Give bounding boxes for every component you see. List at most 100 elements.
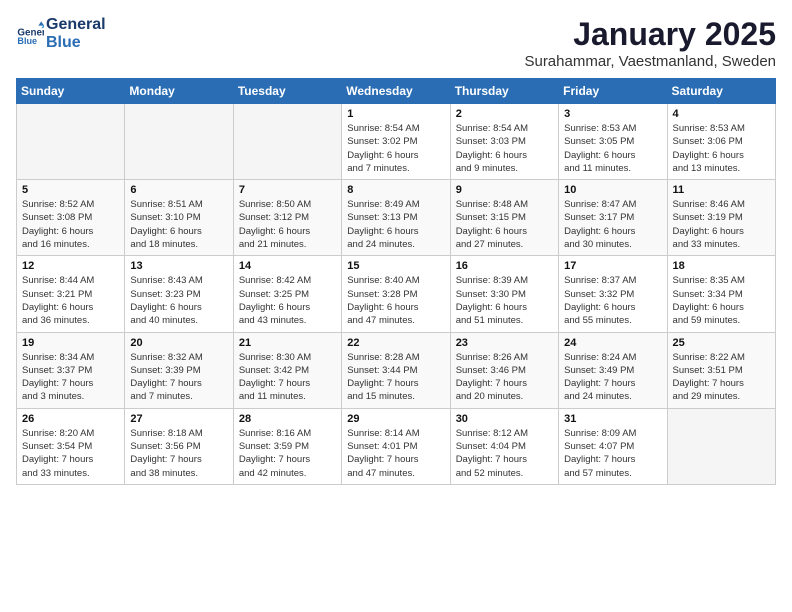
day-number: 25: [673, 337, 770, 349]
weekday-header-saturday: Saturday: [667, 79, 775, 104]
calendar-cell: 20 Sunrise: 8:32 AM Sunset: 3:39 PM Dayli…: [125, 332, 233, 408]
svg-text:Blue: Blue: [17, 35, 37, 45]
calendar-cell: 18 Sunrise: 8:35 AM Sunset: 3:34 PM Dayli…: [667, 256, 775, 332]
day-number: 30: [456, 413, 553, 425]
day-number: 2: [456, 108, 553, 120]
calendar-cell: 29 Sunrise: 8:14 AM Sunset: 4:01 PM Dayli…: [342, 408, 450, 484]
calendar-body: 1 Sunrise: 8:54 AM Sunset: 3:02 PM Daylig…: [17, 104, 776, 485]
day-info: Sunrise: 8:28 AM Sunset: 3:44 PM Dayligh…: [347, 351, 444, 404]
day-number: 24: [564, 337, 661, 349]
calendar-cell: 16 Sunrise: 8:39 AM Sunset: 3:30 PM Dayli…: [450, 256, 558, 332]
day-number: 16: [456, 260, 553, 272]
calendar-cell: 6 Sunrise: 8:51 AM Sunset: 3:10 PM Daylig…: [125, 180, 233, 256]
day-number: 19: [22, 337, 119, 349]
day-number: 28: [239, 413, 336, 425]
day-info: Sunrise: 8:39 AM Sunset: 3:30 PM Dayligh…: [456, 274, 553, 327]
day-info: Sunrise: 8:26 AM Sunset: 3:46 PM Dayligh…: [456, 351, 553, 404]
day-number: 14: [239, 260, 336, 272]
day-info: Sunrise: 8:44 AM Sunset: 3:21 PM Dayligh…: [22, 274, 119, 327]
calendar-cell: 15Sunrise: 8:40 AM Sunset: 3:28 PM Dayli…: [342, 256, 450, 332]
calendar-cell: [17, 104, 125, 180]
logo: General Blue General Blue: [16, 16, 106, 51]
calendar-cell: 11 Sunrise: 8:46 AM Sunset: 3:19 PM Dayli…: [667, 180, 775, 256]
calendar-cell: 10Sunrise: 8:47 AM Sunset: 3:17 PM Dayli…: [559, 180, 667, 256]
day-number: 5: [22, 184, 119, 196]
day-info: Sunrise: 8:50 AM Sunset: 3:12 PM Dayligh…: [239, 198, 336, 251]
day-number: 7: [239, 184, 336, 196]
calendar-cell: 27 Sunrise: 8:18 AM Sunset: 3:56 PM Dayli…: [125, 408, 233, 484]
day-info: Sunrise: 8:37 AM Sunset: 3:32 PM Dayligh…: [564, 274, 661, 327]
day-info: Sunrise: 8:14 AM Sunset: 4:01 PM Dayligh…: [347, 427, 444, 480]
calendar-cell: 21Sunrise: 8:30 AM Sunset: 3:42 PM Dayli…: [233, 332, 341, 408]
weekday-header-thursday: Thursday: [450, 79, 558, 104]
calendar-cell: 9Sunrise: 8:48 AM Sunset: 3:15 PM Daylig…: [450, 180, 558, 256]
day-number: 23: [456, 337, 553, 349]
day-info: Sunrise: 8:53 AM Sunset: 3:05 PM Dayligh…: [564, 122, 661, 175]
logo-text-general: General: [46, 16, 106, 34]
calendar-cell: 22 Sunrise: 8:28 AM Sunset: 3:44 PM Dayli…: [342, 332, 450, 408]
day-number: 6: [130, 184, 227, 196]
day-number: 8: [347, 184, 444, 196]
month-title: January 2025: [524, 16, 776, 53]
calendar-cell: 28 Sunrise: 8:16 AM Sunset: 3:59 PM Dayli…: [233, 408, 341, 484]
calendar-cell: [125, 104, 233, 180]
calendar-cell: 17 Sunrise: 8:37 AM Sunset: 3:32 PM Dayli…: [559, 256, 667, 332]
calendar-week-2: 5 Sunrise: 8:52 AM Sunset: 3:08 PM Daylig…: [17, 180, 776, 256]
calendar-cell: 4 Sunrise: 8:53 AM Sunset: 3:06 PM Daylig…: [667, 104, 775, 180]
calendar-cell: [233, 104, 341, 180]
weekday-header-sunday: Sunday: [17, 79, 125, 104]
calendar-cell: 8 Sunrise: 8:49 AM Sunset: 3:13 PM Daylig…: [342, 180, 450, 256]
day-number: 17: [564, 260, 661, 272]
day-info: Sunrise: 8:52 AM Sunset: 3:08 PM Dayligh…: [22, 198, 119, 251]
day-number: 4: [673, 108, 770, 120]
day-number: 3: [564, 108, 661, 120]
day-number: 12: [22, 260, 119, 272]
day-number: 22: [347, 337, 444, 349]
day-number: 20: [130, 337, 227, 349]
day-number: 18: [673, 260, 770, 272]
day-info: Sunrise: 8:20 AM Sunset: 3:54 PM Dayligh…: [22, 427, 119, 480]
day-info: Sunrise: 8:24 AM Sunset: 3:49 PM Dayligh…: [564, 351, 661, 404]
calendar-cell: [667, 408, 775, 484]
calendar-cell: 1 Sunrise: 8:54 AM Sunset: 3:02 PM Daylig…: [342, 104, 450, 180]
day-info: Sunrise: 8:40 AM Sunset: 3:28 PM Dayligh…: [347, 274, 444, 327]
calendar-week-1: 1 Sunrise: 8:54 AM Sunset: 3:02 PM Daylig…: [17, 104, 776, 180]
day-info: Sunrise: 8:46 AM Sunset: 3:19 PM Dayligh…: [673, 198, 770, 251]
day-info: Sunrise: 8:35 AM Sunset: 3:34 PM Dayligh…: [673, 274, 770, 327]
day-info: Sunrise: 8:22 AM Sunset: 3:51 PM Dayligh…: [673, 351, 770, 404]
day-info: Sunrise: 8:42 AM Sunset: 3:25 PM Dayligh…: [239, 274, 336, 327]
day-info: Sunrise: 8:51 AM Sunset: 3:10 PM Dayligh…: [130, 198, 227, 251]
calendar-cell: 23 Sunrise: 8:26 AM Sunset: 3:46 PM Dayli…: [450, 332, 558, 408]
day-number: 26: [22, 413, 119, 425]
day-info: Sunrise: 8:49 AM Sunset: 3:13 PM Dayligh…: [347, 198, 444, 251]
weekday-header-wednesday: Wednesday: [342, 79, 450, 104]
calendar-cell: 2 Sunrise: 8:54 AM Sunset: 3:03 PM Daylig…: [450, 104, 558, 180]
title-block: January 2025 Surahammar, Vaestmanland, S…: [524, 16, 776, 70]
day-number: 27: [130, 413, 227, 425]
day-info: Sunrise: 8:53 AM Sunset: 3:06 PM Dayligh…: [673, 122, 770, 175]
day-number: 1: [347, 108, 444, 120]
calendar-cell: 12 Sunrise: 8:44 AM Sunset: 3:21 PM Dayli…: [17, 256, 125, 332]
calendar-cell: 5 Sunrise: 8:52 AM Sunset: 3:08 PM Daylig…: [17, 180, 125, 256]
day-info: Sunrise: 8:47 AM Sunset: 3:17 PM Dayligh…: [564, 198, 661, 251]
calendar-week-4: 19 Sunrise: 8:34 AM Sunset: 3:37 PM Dayli…: [17, 332, 776, 408]
weekday-header-friday: Friday: [559, 79, 667, 104]
calendar-cell: 13Sunrise: 8:43 AM Sunset: 3:23 PM Dayli…: [125, 256, 233, 332]
day-info: Sunrise: 8:12 AM Sunset: 4:04 PM Dayligh…: [456, 427, 553, 480]
calendar-week-5: 26 Sunrise: 8:20 AM Sunset: 3:54 PM Dayli…: [17, 408, 776, 484]
calendar-cell: 7 Sunrise: 8:50 AM Sunset: 3:12 PM Daylig…: [233, 180, 341, 256]
day-info: Sunrise: 8:18 AM Sunset: 3:56 PM Dayligh…: [130, 427, 227, 480]
day-info: Sunrise: 8:34 AM Sunset: 3:37 PM Dayligh…: [22, 351, 119, 404]
calendar-cell: 14 Sunrise: 8:42 AM Sunset: 3:25 PM Dayli…: [233, 256, 341, 332]
day-info: Sunrise: 8:54 AM Sunset: 3:02 PM Dayligh…: [347, 122, 444, 175]
day-number: 11: [673, 184, 770, 196]
day-info: Sunrise: 8:09 AM Sunset: 4:07 PM Dayligh…: [564, 427, 661, 480]
day-number: 29: [347, 413, 444, 425]
day-info: Sunrise: 8:54 AM Sunset: 3:03 PM Dayligh…: [456, 122, 553, 175]
day-info: Sunrise: 8:32 AM Sunset: 3:39 PM Dayligh…: [130, 351, 227, 404]
day-info: Sunrise: 8:16 AM Sunset: 3:59 PM Dayligh…: [239, 427, 336, 480]
day-info: Sunrise: 8:43 AM Sunset: 3:23 PM Dayligh…: [130, 274, 227, 327]
calendar-cell: 24 Sunrise: 8:24 AM Sunset: 3:49 PM Dayli…: [559, 332, 667, 408]
calendar-cell: 3 Sunrise: 8:53 AM Sunset: 3:05 PM Daylig…: [559, 104, 667, 180]
logo-icon: General Blue: [16, 20, 44, 48]
